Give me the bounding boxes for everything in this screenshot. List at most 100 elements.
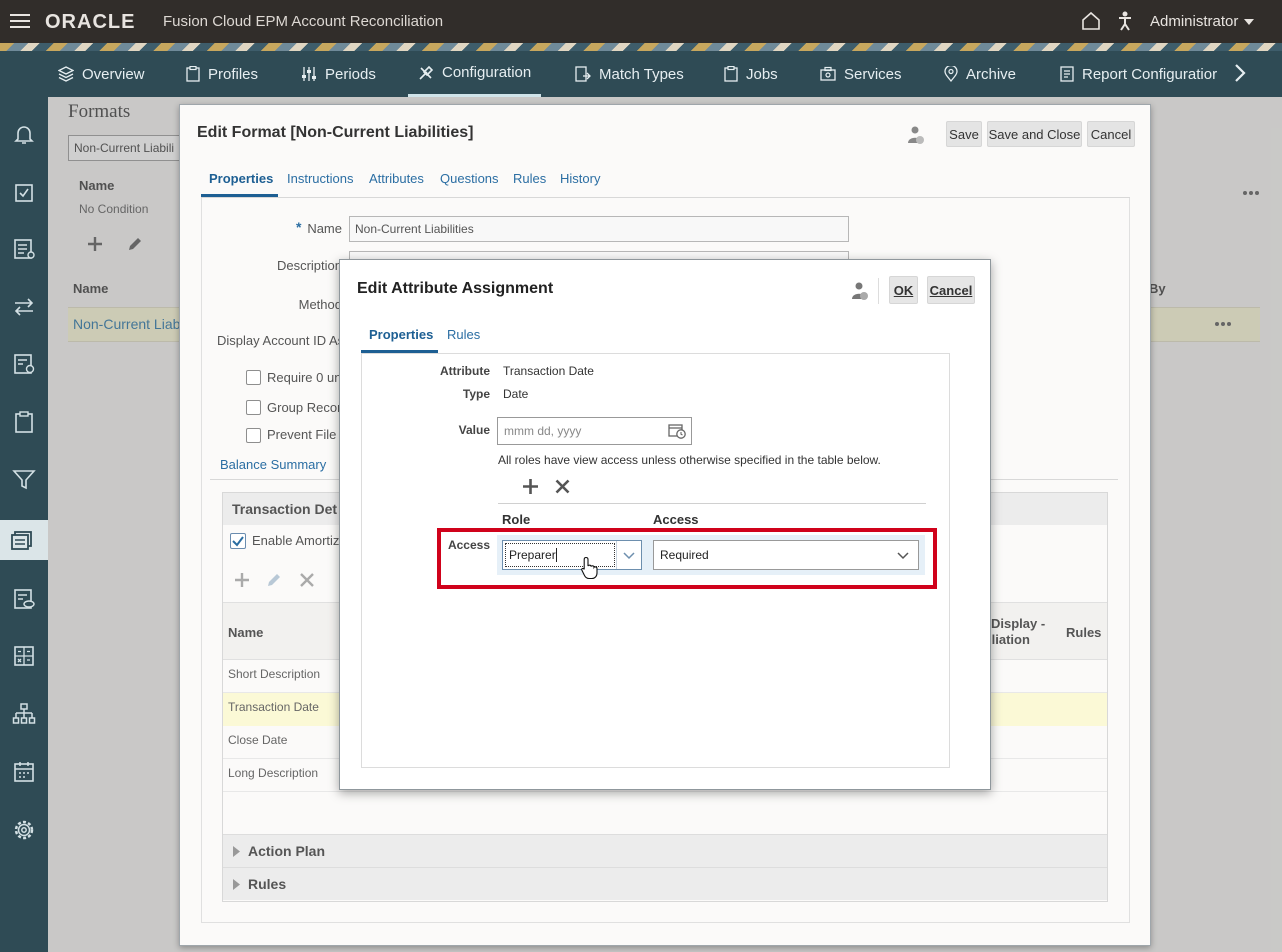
edit-attribute-assignment-dialog: Edit Attribute Assignment OK Cancel Prop… — [339, 259, 991, 790]
nav-report-configuration[interactable]: Report Configuratior — [1060, 51, 1220, 97]
description-label: Description — [276, 258, 342, 273]
expand-triangle-icon — [233, 878, 240, 890]
method-label: Method — [298, 297, 342, 312]
column-header-role: Role — [502, 512, 531, 527]
cancel-button[interactable]: Cancel — [927, 276, 975, 304]
attribute-label: Attribute — [440, 364, 490, 378]
enable-amortize-checkbox[interactable] — [230, 533, 246, 549]
tab-rules[interactable]: Rules — [513, 171, 546, 186]
nav-scroll-right-icon[interactable] — [1233, 63, 1247, 83]
grid-row-label: Close Date — [228, 733, 288, 747]
attribute-value: Transaction Date — [503, 364, 594, 378]
calculator-icon[interactable] — [12, 644, 36, 668]
hamburger-menu-icon[interactable] — [10, 13, 30, 29]
accessibility-icon[interactable] — [1117, 11, 1133, 31]
tab-instructions[interactable]: Instructions — [287, 171, 353, 186]
role-select-value: Preparer — [509, 548, 556, 562]
group-recon-checkbox[interactable] — [246, 400, 261, 415]
nav-periods[interactable]: Periods — [301, 51, 376, 97]
reconciliations-icon[interactable] — [12, 237, 36, 261]
require-zero-label: Require 0 unc — [267, 370, 348, 385]
action-plan-section[interactable]: Action Plan — [223, 834, 1107, 867]
home-icon[interactable] — [1081, 11, 1101, 31]
tab-properties[interactable]: Properties — [369, 327, 433, 342]
tab-attributes[interactable]: Attributes — [369, 171, 424, 186]
notifications-icon[interactable] — [12, 122, 36, 146]
date-placeholder: mmm dd, yyyy — [504, 424, 582, 438]
grid-delete-icon[interactable] — [299, 572, 315, 588]
top-bar: ORACLE Fusion Cloud EPM Account Reconcil… — [0, 0, 1282, 43]
type-value: Date — [503, 387, 529, 401]
nav-match-types[interactable]: Match Types — [575, 51, 684, 97]
dialog-title: Edit Format [Non-Current Liabilities] — [197, 124, 474, 141]
oracle-logo: ORACLE — [45, 11, 136, 33]
save-and-close-button[interactable]: Save and Close — [987, 121, 1082, 147]
nav-profiles[interactable]: Profiles — [186, 51, 258, 97]
tab-history[interactable]: History — [560, 171, 600, 186]
rules-section[interactable]: Rules — [223, 867, 1107, 900]
nav-services[interactable]: Services — [820, 51, 902, 97]
ok-button[interactable]: OK — [889, 276, 918, 304]
title-separator — [878, 278, 879, 304]
nav-configuration[interactable]: Configuration — [408, 51, 542, 97]
nav-archive[interactable]: Archive — [944, 51, 1016, 97]
name-label: Name — [307, 221, 342, 236]
expand-triangle-icon — [233, 845, 240, 857]
add-role-icon[interactable] — [522, 478, 539, 495]
nav-jobs[interactable]: Jobs — [724, 51, 778, 97]
overview-icon — [58, 66, 74, 82]
tab-rules[interactable]: Rules — [447, 327, 480, 342]
role-select[interactable]: Preparer — [502, 540, 642, 570]
main-nav: Overview Profiles Periods Configuration … — [0, 51, 1282, 97]
tab-questions[interactable]: Questions — [440, 171, 499, 186]
cancel-button[interactable]: Cancel — [1087, 121, 1135, 147]
require-zero-checkbox[interactable] — [246, 370, 261, 385]
prevent-file-label: Prevent File U — [267, 427, 350, 442]
match-icon — [575, 66, 591, 82]
grid-row-label: Short Description — [228, 667, 321, 681]
grid-row-label: Transaction Date — [228, 700, 319, 714]
help-user-icon[interactable] — [907, 125, 925, 145]
calendar-clock-icon[interactable] — [668, 423, 686, 439]
access-select[interactable]: Required — [653, 540, 919, 570]
delete-role-icon[interactable] — [555, 479, 570, 494]
tasks-icon[interactable] — [12, 180, 36, 204]
chevron-down-icon[interactable] — [897, 552, 909, 560]
tab-properties[interactable]: Properties — [209, 171, 273, 186]
clipboard-icon[interactable] — [12, 410, 36, 434]
subtab-balance-summary[interactable]: Balance Summary — [220, 457, 326, 472]
clipboard-icon — [186, 66, 200, 82]
grid-add-icon[interactable] — [234, 572, 250, 588]
grid-header-display-2: iliation — [988, 632, 1030, 647]
reports-icon[interactable] — [12, 352, 36, 376]
dropdown-divider — [616, 541, 617, 569]
save-button[interactable]: Save — [946, 121, 982, 147]
enable-amortize-label: Enable Amortiza — [252, 533, 347, 548]
settings-gear-icon[interactable] — [12, 818, 36, 842]
group-recon-label: Group Recon — [267, 400, 345, 415]
grid-header-name: Name — [228, 625, 264, 640]
hierarchy-icon[interactable] — [12, 702, 36, 726]
display-account-label: Display Account ID As — [217, 333, 345, 348]
type-label: Type — [462, 387, 490, 401]
app-title: Fusion Cloud EPM Account Reconciliation — [163, 13, 444, 30]
prevent-file-checkbox[interactable] — [246, 428, 261, 443]
nav-overview[interactable]: Overview — [58, 51, 145, 97]
location-icon — [944, 66, 958, 82]
filter-icon[interactable] — [12, 467, 36, 491]
calendar-icon[interactable] — [12, 760, 36, 784]
user-name: Administrator — [1150, 13, 1239, 30]
access-label: Access — [447, 538, 490, 552]
date-input[interactable]: mmm dd, yyyy — [497, 417, 692, 445]
review-icon[interactable] — [12, 587, 36, 611]
chevron-down-icon[interactable] — [623, 552, 635, 560]
formats-icon[interactable] — [0, 520, 48, 560]
roles-note: All roles have view access unless otherw… — [498, 453, 881, 467]
column-header-access: Access — [653, 512, 699, 527]
name-input[interactable]: Non-Current Liabilities — [349, 216, 849, 242]
help-user-icon[interactable] — [851, 281, 869, 301]
table-divider — [498, 503, 926, 504]
matching-icon[interactable] — [12, 295, 36, 319]
grid-edit-icon[interactable] — [266, 572, 282, 588]
user-menu[interactable]: Administrator — [1150, 13, 1255, 30]
